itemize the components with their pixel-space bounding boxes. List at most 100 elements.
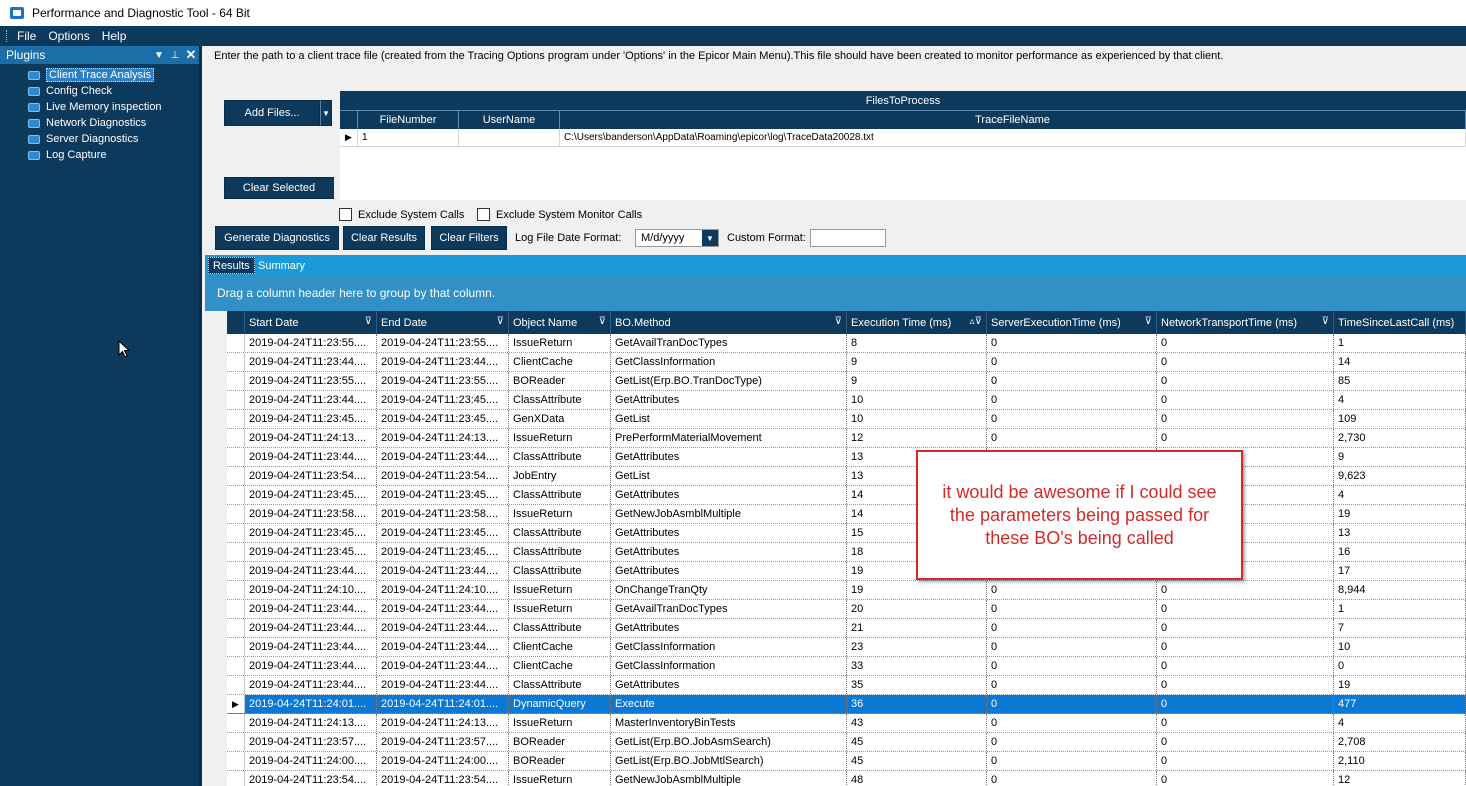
end-date-cell[interactable]: 2019-04-24T11:24:13.... (377, 714, 509, 732)
trace-file-cell[interactable]: C:\Users\banderson\AppData\Roaming\epico… (560, 129, 1466, 146)
col-server-execution-time[interactable]: ServerExecutionTime (ms) ⊽ (987, 311, 1157, 334)
object-name-cell[interactable]: BOReader (509, 372, 611, 390)
start-date-cell[interactable]: 2019-04-24T11:23:55.... (245, 372, 377, 390)
object-name-cell[interactable]: IssueReturn (509, 334, 611, 352)
time-since-last-call-cell[interactable]: 16 (1334, 543, 1466, 561)
row-selector[interactable] (227, 562, 245, 580)
execution-time-cell[interactable]: 21 (847, 619, 987, 637)
network-transport-time-cell[interactable]: 0 (1157, 619, 1334, 637)
server-execution-time-cell[interactable]: 0 (987, 391, 1157, 409)
chevron-down-icon[interactable]: ▼ (702, 230, 718, 246)
time-since-last-call-cell[interactable]: 7 (1334, 619, 1466, 637)
start-date-cell[interactable]: 2019-04-24T11:23:45.... (245, 524, 377, 542)
network-transport-time-cell[interactable]: 0 (1157, 353, 1334, 371)
col-user-name[interactable]: UserName (459, 111, 560, 129)
execution-time-cell[interactable]: 20 (847, 600, 987, 618)
col-file-number[interactable]: FileNumber (358, 111, 459, 129)
object-name-cell[interactable]: DynamicQuery (509, 695, 611, 713)
table-row[interactable]: 2019-04-24T11:23:54.... 2019-04-24T11:23:… (227, 467, 1466, 486)
row-selector[interactable] (227, 505, 245, 523)
bo-method-cell[interactable]: OnChangeTranQty (611, 581, 847, 599)
row-selector[interactable] (227, 448, 245, 466)
time-since-last-call-cell[interactable]: 14 (1334, 353, 1466, 371)
end-date-cell[interactable]: 2019-04-24T11:23:44.... (377, 638, 509, 656)
sort-filter-icon[interactable]: ▵⊽ (970, 316, 982, 327)
row-selector[interactable] (227, 429, 245, 447)
server-execution-time-cell[interactable]: 0 (987, 657, 1157, 675)
col-object-name[interactable]: Object Name ⊽ (509, 311, 611, 334)
end-date-cell[interactable]: 2019-04-24T11:23:45.... (377, 486, 509, 504)
start-date-cell[interactable]: 2019-04-24T11:24:13.... (245, 714, 377, 732)
end-date-cell[interactable]: 2019-04-24T11:23:44.... (377, 676, 509, 694)
end-date-cell[interactable]: 2019-04-24T11:24:10.... (377, 581, 509, 599)
col-start-date[interactable]: Start Date ⊽ (245, 311, 377, 334)
bo-method-cell[interactable]: PrePerformMaterialMovement (611, 429, 847, 447)
start-date-cell[interactable]: 2019-04-24T11:23:45.... (245, 543, 377, 561)
table-row[interactable]: 2019-04-24T11:23:44.... 2019-04-24T11:23:… (227, 638, 1466, 657)
table-row[interactable]: 2019-04-24T11:23:45.... 2019-04-24T11:23:… (227, 524, 1466, 543)
execution-time-cell[interactable]: 9 (847, 353, 987, 371)
server-execution-time-cell[interactable]: 0 (987, 600, 1157, 618)
start-date-cell[interactable]: 2019-04-24T11:23:44.... (245, 391, 377, 409)
end-date-cell[interactable]: 2019-04-24T11:23:45.... (377, 410, 509, 428)
bo-method-cell[interactable]: GetAttributes (611, 486, 847, 504)
object-name-cell[interactable]: ClassAttribute (509, 486, 611, 504)
table-row[interactable]: 2019-04-24T11:23:44.... 2019-04-24T11:23:… (227, 676, 1466, 695)
menu-file[interactable]: File (15, 29, 38, 43)
end-date-cell[interactable]: 2019-04-24T11:23:58.... (377, 505, 509, 523)
user-name-cell[interactable] (459, 129, 560, 146)
row-selector[interactable] (227, 600, 245, 618)
execution-time-cell[interactable]: 9 (847, 372, 987, 390)
col-execution-time[interactable]: Execution Time (ms) ▵⊽ (847, 311, 987, 334)
menu-options[interactable]: Options (46, 29, 91, 43)
col-time-since-last-call[interactable]: TimeSinceLastCall (ms) (1334, 311, 1466, 334)
bo-method-cell[interactable]: MasterInventoryBinTests (611, 714, 847, 732)
end-date-cell[interactable]: 2019-04-24T11:23:55.... (377, 334, 509, 352)
end-date-cell[interactable]: 2019-04-24T11:23:44.... (377, 353, 509, 371)
row-selector[interactable] (227, 334, 245, 352)
table-row[interactable]: 2019-04-24T11:23:44.... 2019-04-24T11:23:… (227, 619, 1466, 638)
server-execution-time-cell[interactable]: 0 (987, 372, 1157, 390)
network-transport-time-cell[interactable]: 0 (1157, 581, 1334, 599)
row-selector[interactable] (227, 733, 245, 751)
time-since-last-call-cell[interactable]: 1 (1334, 334, 1466, 352)
execution-time-cell[interactable]: 33 (847, 657, 987, 675)
bo-method-cell[interactable]: GetList(Erp.BO.JobMtlSearch) (611, 752, 847, 770)
time-since-last-call-cell[interactable]: 9 (1334, 448, 1466, 466)
execution-time-cell[interactable]: 10 (847, 410, 987, 428)
bo-method-cell[interactable]: Execute (611, 695, 847, 713)
object-name-cell[interactable]: ClassAttribute (509, 562, 611, 580)
end-date-cell[interactable]: 2019-04-24T11:23:44.... (377, 448, 509, 466)
row-selector[interactable] (227, 410, 245, 428)
network-transport-time-cell[interactable]: 0 (1157, 676, 1334, 694)
start-date-cell[interactable]: 2019-04-24T11:23:54.... (245, 467, 377, 485)
file-number-cell[interactable]: 1 (358, 129, 459, 146)
server-execution-time-cell[interactable]: 0 (987, 638, 1157, 656)
start-date-cell[interactable]: 2019-04-24T11:23:44.... (245, 448, 377, 466)
pin-icon[interactable]: ⊥ (167, 50, 183, 61)
bo-method-cell[interactable]: GetAttributes (611, 562, 847, 580)
time-since-last-call-cell[interactable]: 477 (1334, 695, 1466, 713)
row-selector[interactable] (227, 657, 245, 675)
table-row[interactable]: 2019-04-24T11:23:57.... 2019-04-24T11:23:… (227, 733, 1466, 752)
object-name-cell[interactable]: ClassAttribute (509, 524, 611, 542)
bo-method-cell[interactable]: GetClassInformation (611, 638, 847, 656)
row-selector[interactable] (227, 543, 245, 561)
time-since-last-call-cell[interactable]: 4 (1334, 486, 1466, 504)
table-row[interactable]: 2019-04-24T11:23:44.... 2019-04-24T11:23:… (227, 657, 1466, 676)
plugin-item-config-check[interactable]: Config Check (28, 83, 199, 99)
bo-method-cell[interactable]: GetAttributes (611, 676, 847, 694)
files-grid-row[interactable]: ▶ 1 C:\Users\banderson\AppData\Roaming\e… (340, 129, 1466, 147)
table-row[interactable]: 2019-04-24T11:24:00.... 2019-04-24T11:24:… (227, 752, 1466, 771)
table-row[interactable]: ▶ 2019-04-24T11:24:01.... 2019-04-24T11:24… (227, 695, 1466, 714)
start-date-cell[interactable]: 2019-04-24T11:24:10.... (245, 581, 377, 599)
close-icon[interactable]: ✕ (183, 47, 199, 63)
server-execution-time-cell[interactable]: 0 (987, 410, 1157, 428)
network-transport-time-cell[interactable]: 0 (1157, 410, 1334, 428)
object-name-cell[interactable]: ClassAttribute (509, 391, 611, 409)
network-transport-time-cell[interactable]: 0 (1157, 372, 1334, 390)
bo-method-cell[interactable]: GetList(Erp.BO.JobAsmSearch) (611, 733, 847, 751)
time-since-last-call-cell[interactable]: 2,110 (1334, 752, 1466, 770)
start-date-cell[interactable]: 2019-04-24T11:23:54.... (245, 771, 377, 786)
object-name-cell[interactable]: IssueReturn (509, 505, 611, 523)
